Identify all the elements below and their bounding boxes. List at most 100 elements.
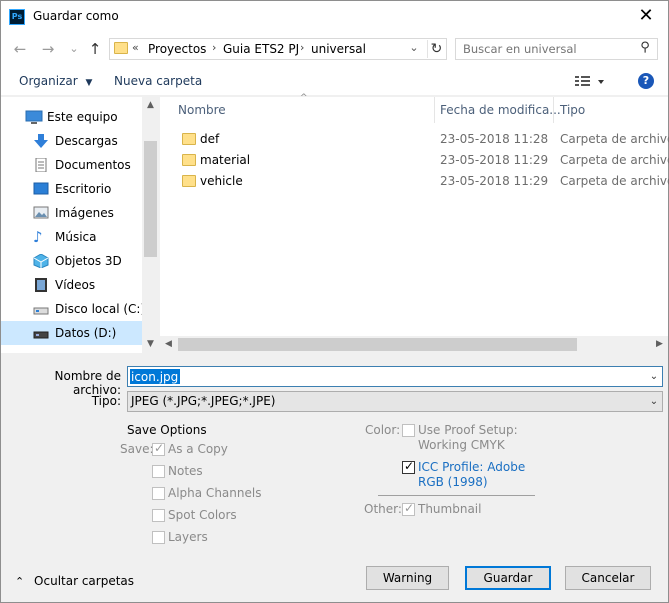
use-proof-setup-profile: Working CMYK: [418, 438, 505, 452]
layers-checkbox[interactable]: [152, 531, 165, 544]
organize-menu[interactable]: Organizar ▼: [19, 74, 92, 88]
type-select[interactable]: JPEG (*.JPG;*.JPEG;*.JPE) ⌄: [127, 391, 663, 412]
save-button[interactable]: Guardar: [465, 566, 551, 590]
breadcrumb-item[interactable]: Proyectos: [148, 42, 206, 56]
notes-checkbox[interactable]: [152, 465, 165, 478]
sidebar-item-label: Datos (D:): [55, 326, 117, 340]
hide-folders-button[interactable]: ⌃ Ocultar carpetas: [15, 574, 134, 588]
use-proof-setup-label: Use Proof Setup:: [418, 423, 518, 437]
scroll-left-icon[interactable]: ◀: [160, 336, 177, 353]
file-type: Carpeta de archivos: [560, 174, 669, 188]
help-button[interactable]: ?: [638, 73, 654, 89]
download-icon: [33, 134, 49, 148]
sidebar-item-videos[interactable]: Vídeos: [1, 273, 142, 297]
sidebar-scroll-thumb[interactable]: [144, 141, 157, 257]
sidebar-item-3d-objects[interactable]: Objetos 3D: [1, 249, 142, 273]
address-bar[interactable]: « Proyectos › Guia ETS2 PJ › universal ⌄…: [109, 38, 447, 60]
breadcrumb-item[interactable]: universal: [311, 42, 366, 56]
sidebar-item-label: Disco local (C:): [55, 302, 146, 316]
other-label: Other:: [364, 502, 402, 516]
sidebar-item-data-d[interactable]: Datos (D:): [1, 321, 142, 345]
options-divider: [378, 495, 535, 496]
warning-button[interactable]: Warning: [366, 566, 449, 590]
column-divider[interactable]: [553, 97, 554, 123]
breadcrumb-overflow[interactable]: «: [132, 41, 139, 54]
sidebar-item-music[interactable]: ♪ Música: [1, 225, 142, 249]
refresh-button[interactable]: ↻: [427, 40, 445, 58]
file-list-scrollbar[interactable]: ◀ ▶: [160, 336, 668, 353]
column-header-date[interactable]: Fecha de modifica...: [440, 103, 561, 117]
scroll-up-icon[interactable]: ▲: [142, 97, 159, 114]
drive-icon: [33, 326, 49, 340]
back-button[interactable]: ←: [11, 39, 29, 59]
sidebar-item-pictures[interactable]: Imágenes: [1, 201, 142, 225]
spot-colors-checkbox[interactable]: [152, 509, 165, 522]
forward-button[interactable]: →: [39, 39, 57, 59]
file-row[interactable]: vehicle 23-05-2018 11:29 Carpeta de arch…: [160, 171, 669, 192]
search-icon[interactable]: ⚲: [636, 40, 654, 58]
new-folder-button[interactable]: Nueva carpeta: [114, 74, 202, 88]
sidebar-item-this-pc[interactable]: Este equipo: [1, 105, 142, 129]
scroll-right-icon[interactable]: ▶: [651, 336, 668, 353]
use-proof-setup-checkbox[interactable]: [402, 424, 415, 437]
video-icon: [33, 278, 49, 292]
filename-label: Nombre de archivo:: [54, 369, 122, 397]
folder-icon: [182, 154, 196, 166]
scroll-down-icon[interactable]: ▼: [142, 336, 159, 353]
filename-input[interactable]: [130, 369, 180, 384]
up-button[interactable]: ↑: [86, 39, 104, 59]
filename-combobox[interactable]: ⌄: [127, 366, 663, 387]
sidebar-item-documents[interactable]: Documentos: [1, 153, 142, 177]
file-type: Carpeta de archivos: [560, 153, 669, 167]
sidebar-item-label: Este equipo: [47, 110, 118, 124]
command-bar: Organizar ▼ Nueva carpeta ?: [1, 68, 668, 96]
thumbnail-checkbox[interactable]: [402, 501, 415, 516]
icc-profile-checkbox[interactable]: [402, 459, 415, 474]
file-date: 23-05-2018 11:29: [440, 174, 549, 188]
folder-icon: [114, 42, 128, 54]
close-button[interactable]: ✕: [631, 4, 661, 28]
type-value: JPEG (*.JPG;*.JPEG;*.JPE): [131, 394, 276, 408]
file-name: material: [200, 153, 251, 167]
breadcrumb-item[interactable]: Guia ETS2 PJ: [223, 42, 299, 56]
window-title: Guardar como: [33, 9, 119, 23]
navigation-pane: Este equipo Descargas Documentos Escrito…: [1, 97, 159, 353]
as-copy-checkbox[interactable]: [152, 441, 165, 456]
file-row[interactable]: def 23-05-2018 11:28 Carpeta de archivos: [160, 129, 669, 150]
search-box[interactable]: ⚲: [455, 38, 658, 60]
sidebar-item-label: Objetos 3D: [55, 254, 122, 268]
sidebar-item-desktop[interactable]: Escritorio: [1, 177, 142, 201]
type-label: Tipo:: [91, 394, 121, 408]
cancel-button[interactable]: Cancelar: [565, 566, 651, 590]
chevron-right-icon[interactable]: ›: [212, 41, 216, 54]
sidebar-item-label: Vídeos: [55, 278, 96, 292]
sidebar-item-label: Música: [55, 230, 97, 244]
chevron-down-icon[interactable]: ⌄: [646, 367, 662, 386]
folder-icon: [182, 133, 196, 145]
file-row[interactable]: material 23-05-2018 11:29 Carpeta de arc…: [160, 150, 669, 171]
search-input[interactable]: [456, 39, 636, 59]
document-icon: [33, 157, 49, 173]
sidebar-item-label: Documentos: [55, 158, 131, 172]
icc-profile-name[interactable]: RGB (1998): [418, 475, 488, 489]
file-name: vehicle: [200, 174, 243, 188]
file-list-scroll-thumb[interactable]: [178, 338, 577, 351]
sidebar-item-label: Escritorio: [55, 182, 112, 196]
view-options-button[interactable]: [574, 73, 604, 91]
sidebar-item-downloads[interactable]: Descargas: [1, 129, 142, 153]
pictures-icon: [33, 206, 49, 220]
thumbnail-label: Thumbnail: [418, 502, 482, 516]
recent-locations-button[interactable]: ⌄: [65, 39, 83, 59]
column-divider[interactable]: [434, 97, 435, 123]
chevron-down-icon[interactable]: ⌄: [646, 392, 662, 411]
alpha-channels-checkbox[interactable]: [152, 487, 165, 500]
chevron-down-icon[interactable]: ⌄: [406, 41, 422, 54]
column-header-type[interactable]: Tipo: [560, 103, 585, 117]
drive-icon: [33, 302, 49, 316]
column-header-name[interactable]: Nombre: [178, 103, 226, 117]
icc-profile-label[interactable]: ICC Profile: Adobe: [418, 460, 525, 474]
desktop-icon: [33, 182, 49, 196]
dropdown-arrow-icon: ▼: [85, 78, 93, 88]
sidebar-item-local-disk-c[interactable]: Disco local (C:): [1, 297, 146, 321]
chevron-right-icon[interactable]: ›: [300, 41, 304, 54]
